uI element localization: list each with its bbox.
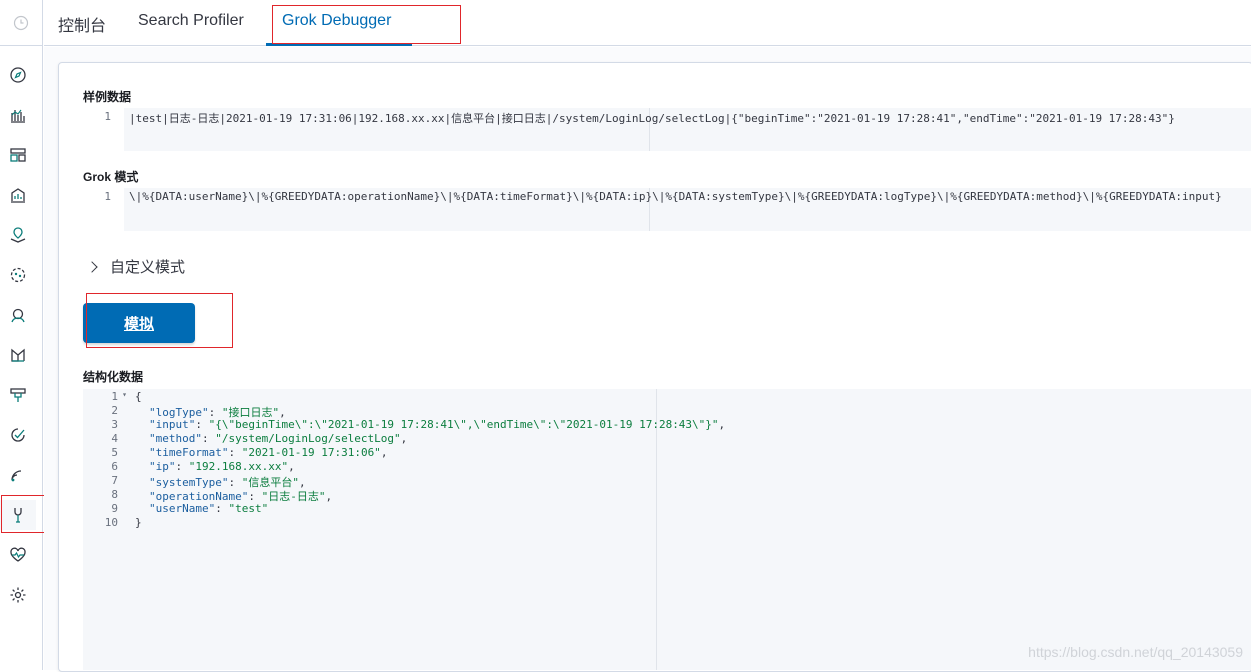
custom-patterns-toggle[interactable]: 自定义模式: [86, 256, 185, 277]
editor-gutter: 1: [83, 108, 124, 151]
nav-monitoring[interactable]: [0, 540, 36, 570]
line-number: 5: [111, 446, 118, 459]
nav-canvas[interactable]: [0, 180, 36, 210]
nav-graph[interactable]: [0, 300, 36, 330]
line-number: 10: [105, 516, 118, 529]
recently-viewed[interactable]: [0, 0, 42, 46]
nav-siem[interactable]: [0, 460, 36, 490]
dashboard-icon: [9, 146, 27, 164]
active-tab-indicator: [266, 43, 412, 46]
json-field-line: "timeFormat": "2021-01-19 17:31:06",: [149, 446, 387, 459]
line-number: 1: [104, 110, 111, 123]
grok-pattern-text: \|%{DATA:userName}\|%{GREEDYDATA:operati…: [129, 190, 1222, 203]
nav-ml[interactable]: [0, 260, 36, 290]
monitoring-icon: [9, 546, 27, 564]
gear-icon: [9, 586, 27, 604]
visualize-icon: [9, 106, 27, 124]
dev-tools-tabs: 控制台 Search Profiler Grok Debugger: [44, 0, 1251, 46]
json-separator: ,: [401, 432, 408, 445]
structured-data-editor[interactable]: 1▾2345678910 { "logType": "接口日志","input"…: [83, 389, 1251, 670]
nav-apm[interactable]: [0, 340, 36, 370]
graph-icon: [9, 306, 27, 324]
json-key: "input": [149, 418, 195, 431]
nav-discover[interactable]: [0, 60, 36, 90]
json-separator: ,: [325, 490, 332, 503]
nav-visualize[interactable]: [0, 100, 36, 130]
line-number: 3: [111, 418, 118, 431]
structured-data-label: 结构化数据: [83, 368, 143, 385]
infra-icon: [9, 386, 27, 404]
nav-maps[interactable]: [0, 220, 36, 250]
json-key: "userName": [149, 502, 215, 515]
nav-uptime[interactable]: [0, 420, 36, 450]
json-field-line: "input": "{\"beginTime\":\"2021-01-19 17…: [149, 418, 725, 431]
json-key: "ip": [149, 460, 176, 473]
line-number: 2: [111, 404, 118, 417]
line-number: 1: [111, 390, 118, 403]
sample-data-label: 样例数据: [83, 88, 131, 105]
apm-icon: [9, 346, 27, 364]
tab-search-profiler[interactable]: Search Profiler: [138, 12, 244, 30]
side-nav: [0, 0, 43, 670]
tab-console[interactable]: 控制台: [58, 12, 106, 36]
json-field-line: "method": "/system/LoginLog/selectLog",: [149, 432, 407, 445]
grok-pattern-editor[interactable]: 1 \|%{DATA:userName}\|%{GREEDYDATA:opera…: [83, 188, 1251, 231]
json-separator: ,: [381, 446, 388, 459]
chevron-right-icon: [86, 261, 97, 272]
json-value: "{\"beginTime\":\"2021-01-19 17:28:41\",…: [209, 418, 719, 431]
nav-infrastructure[interactable]: [0, 380, 36, 410]
line-number: 8: [111, 488, 118, 501]
watermark: https://blog.csdn.net/qq_20143059: [1028, 644, 1243, 660]
print-margin: [656, 389, 657, 670]
tab-grok-debugger[interactable]: Grok Debugger: [282, 12, 391, 30]
line-number: 6: [111, 460, 118, 473]
fold-arrow-icon[interactable]: ▾: [122, 390, 127, 399]
nav-dashboard[interactable]: [0, 140, 36, 170]
compass-icon: [9, 66, 27, 84]
json-value: "日志-日志": [262, 490, 326, 503]
line-number: 9: [111, 502, 118, 515]
dev-tools-icon: [9, 506, 27, 524]
sample-data-editor[interactable]: 1 |test|日志-日志|2021-01-19 17:31:06|192.16…: [83, 108, 1251, 151]
simulate-button[interactable]: 模拟: [83, 303, 195, 343]
line-number: 1: [104, 190, 111, 203]
maps-icon: [9, 226, 27, 244]
canvas-icon: [9, 186, 27, 204]
line-number: 4: [111, 432, 118, 445]
json-separator: ,: [288, 460, 295, 473]
siem-icon: [9, 466, 27, 484]
json-field-line: "userName": "test": [149, 502, 268, 515]
json-field-line: "ip": "192.168.xx.xx",: [149, 460, 295, 473]
nav-dev-tools[interactable]: [0, 500, 36, 530]
grok-pattern-label: Grok 模式: [83, 168, 138, 185]
clock-icon: [13, 15, 29, 31]
json-open-brace: {: [135, 390, 142, 403]
editor-gutter: 1 ▾ 2345678910: [83, 389, 131, 670]
editor-gutter: 1: [83, 188, 124, 231]
json-value: "test": [228, 502, 268, 515]
nav-management[interactable]: [0, 580, 36, 610]
json-key: "method": [149, 432, 202, 445]
json-value: "192.168.xx.xx": [189, 460, 288, 473]
json-value: "/system/LoginLog/selectLog": [215, 432, 400, 445]
json-close-brace: }: [135, 516, 142, 529]
json-value: "2021-01-19 17:31:06": [242, 446, 381, 459]
uptime-icon: [9, 426, 27, 444]
line-number: 7: [111, 474, 118, 487]
json-key: "timeFormat": [149, 446, 228, 459]
ml-icon: [9, 266, 27, 284]
sample-data-text: |test|日志-日志|2021-01-19 17:31:06|192.168.…: [129, 110, 1175, 126]
json-separator: ,: [719, 418, 726, 431]
custom-patterns-label: 自定义模式: [110, 256, 185, 277]
